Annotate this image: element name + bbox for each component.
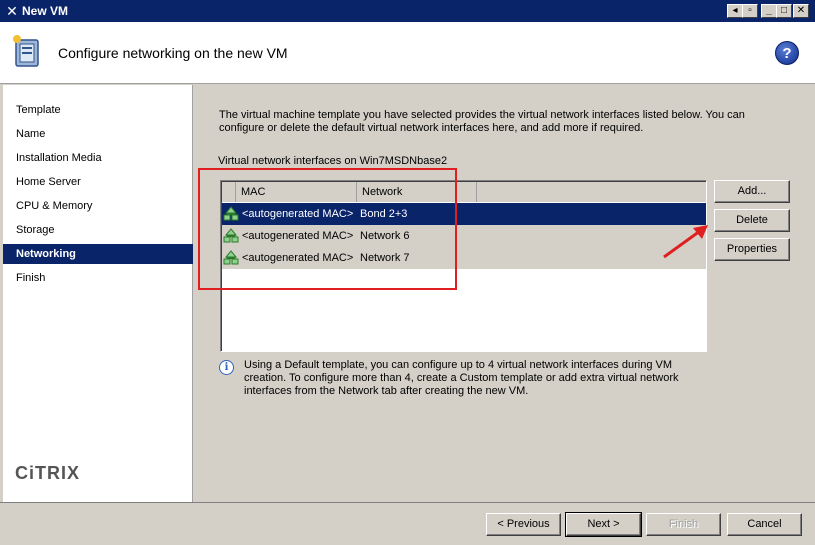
properties-button[interactable]: Properties [714, 238, 790, 261]
finish-button[interactable]: Finish [646, 513, 721, 536]
citrix-logo: CiTRIX [15, 463, 81, 483]
wizard-icon [13, 35, 39, 67]
sidebar-item-installation-media[interactable]: Installation Media [3, 148, 193, 168]
previous-button[interactable]: < Previous [486, 513, 561, 536]
wizard-footer: < Previous Next > Finish Cancel [0, 502, 815, 545]
annotation-arrow-icon [663, 225, 708, 259]
info-text: Using a Default template, you can config… [244, 359, 679, 397]
annotation-highlight-box [198, 168, 457, 290]
add-button[interactable]: Add... [714, 180, 790, 203]
wizard-header: Configure networking on the new VM ? [0, 22, 815, 84]
close-button[interactable]: ✕ [793, 4, 809, 18]
sidebar-item-finish[interactable]: Finish [3, 268, 193, 288]
maximize-button[interactable]: □ [776, 4, 792, 18]
next-button[interactable]: Next > [565, 512, 642, 537]
sidebar-item-storage[interactable]: Storage [3, 220, 193, 240]
wizard-steps-sidebar: Template Name Installation Media Home Se… [3, 85, 193, 502]
cancel-button[interactable]: Cancel [727, 513, 802, 536]
page-title: Configure networking on the new VM [58, 45, 288, 61]
restore-icon[interactable]: ◂ [727, 4, 743, 18]
networking-page: The virtual machine template you have se… [194, 85, 815, 502]
context-help-icon[interactable]: ▫ [742, 4, 758, 18]
window-title: New VM [22, 4, 69, 18]
sidebar-item-template[interactable]: Template [3, 100, 193, 120]
delete-button[interactable]: Delete [714, 209, 790, 232]
sidebar-item-home-server[interactable]: Home Server [3, 172, 193, 192]
help-icon[interactable]: ? [775, 41, 799, 65]
minimize-button[interactable]: _ [761, 4, 777, 18]
sidebar-item-cpu-memory[interactable]: CPU & Memory [3, 196, 193, 216]
info-icon: i [219, 360, 234, 375]
sidebar-item-name[interactable]: Name [3, 124, 193, 144]
sidebar-item-networking[interactable]: Networking [3, 244, 193, 264]
xencenter-icon: ✕ [6, 3, 18, 19]
title-bar: ✕ New VM ◂ ▫ _ □ ✕ [0, 0, 815, 22]
interfaces-list-label: Virtual network interfaces on Win7MSDNba… [218, 155, 448, 167]
intro-text: The virtual machine template you have se… [219, 109, 745, 134]
